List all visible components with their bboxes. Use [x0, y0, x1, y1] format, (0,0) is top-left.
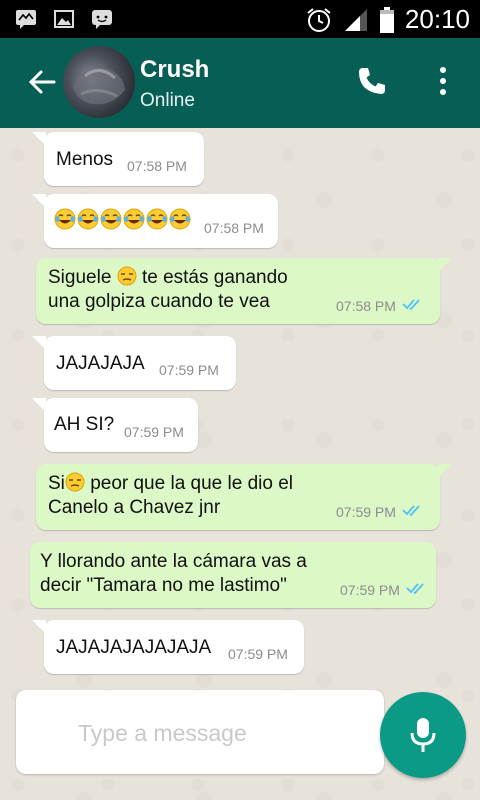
message-time: 07:58 PM — [127, 158, 187, 174]
bubble-tail — [32, 620, 46, 634]
chat-header: Crush Online — [0, 38, 480, 128]
tears-of-joy-emoji-icon — [77, 208, 99, 230]
tears-of-joy-emoji-icon — [169, 208, 191, 230]
message-time: 07:59 PM — [228, 646, 288, 662]
signal-icon — [344, 8, 367, 31]
system-status: 20:10 — [305, 4, 470, 35]
contact-avatar[interactable] — [63, 46, 135, 118]
bubble-tail — [32, 336, 46, 350]
message-time: 07:59 PM — [159, 362, 219, 378]
unamused-face-emoji-icon — [117, 266, 137, 286]
bubble-tail — [32, 132, 46, 146]
voice-record-button[interactable] — [380, 692, 466, 778]
read-receipt-icon — [402, 505, 420, 517]
status-bar: 20:10 — [0, 0, 480, 38]
message-time: 07:58 PM — [336, 298, 396, 314]
avatar-photo — [73, 67, 125, 105]
message-text: JAJAJAJAJAJAJA — [56, 637, 212, 658]
phone-icon[interactable] — [356, 65, 388, 97]
microphone-icon — [410, 718, 436, 752]
message-text: JAJAJAJA — [56, 353, 145, 374]
battery-icon — [379, 6, 394, 33]
alarm-icon — [307, 7, 331, 32]
message-text-part: una golpiza cuando te vea — [48, 291, 270, 312]
message-time: 07:59 PM — [124, 424, 184, 440]
incoming-message[interactable]: JAJAJAJAJAJAJA 07:59 PM — [32, 620, 304, 674]
outgoing-message[interactable]: Si peor que la que le dio el Canelo a Ch… — [36, 464, 452, 530]
clock-time: 20:10 — [404, 4, 470, 34]
message-text-part: te estás ganando — [141, 267, 288, 288]
tears-of-joy-emoji-icon — [146, 208, 168, 230]
bubble-tail — [438, 464, 452, 478]
tears-of-joy-emoji-icon — [100, 208, 122, 230]
bubble-tail — [32, 194, 46, 208]
message-text: Siguele te estás ganando una golpiza cua… — [48, 266, 288, 314]
message-text-part: Canelo a Chavez jnr — [48, 497, 221, 518]
message-text-part: Y llorando ante la cámara vas a — [40, 551, 307, 572]
overflow-menu-icon[interactable] — [436, 65, 450, 97]
incoming-message[interactable]: Menos 07:58 PM — [32, 132, 204, 186]
read-receipt-icon — [402, 299, 420, 311]
message-text-part: Siguele — [48, 267, 112, 288]
unamused-face-emoji-icon — [65, 472, 85, 492]
contact-name[interactable]: Crush — [140, 56, 209, 84]
message-time: 07:59 PM — [340, 582, 400, 598]
message-text: Si peor que la que le dio el Canelo a Ch… — [48, 472, 293, 520]
message-composer — [16, 690, 384, 774]
message-input[interactable] — [76, 712, 370, 754]
message-text-part: Si — [48, 473, 65, 494]
chat-app-icon — [92, 10, 112, 29]
tears-of-joy-emoji-icon — [54, 208, 76, 230]
message-text-part: decir "Tamara no me lastimo" — [40, 575, 287, 596]
incoming-message[interactable]: AH SI? 07:59 PM — [32, 398, 198, 452]
read-receipt-icon — [406, 583, 424, 595]
outgoing-message[interactable]: Y llorando ante la cámara vas a decir "T… — [30, 542, 436, 608]
message-text-part: peor que la que le dio el — [90, 473, 294, 494]
back-arrow-icon[interactable] — [28, 68, 56, 96]
gallery-icon — [54, 10, 74, 28]
bubble-tail — [32, 398, 46, 412]
message-text: AH SI? — [54, 414, 115, 435]
contact-status: Online — [140, 90, 195, 111]
messages-app-icon — [16, 10, 36, 29]
message-time: 07:58 PM — [204, 220, 264, 236]
emoji-row — [54, 208, 191, 230]
outgoing-message[interactable]: Siguele te estás ganando una golpiza cua… — [36, 258, 452, 324]
tears-of-joy-emoji-icon — [123, 208, 145, 230]
notification-icons — [14, 7, 114, 31]
message-text: Y llorando ante la cámara vas a decir "T… — [40, 550, 307, 598]
message-time: 07:59 PM — [336, 504, 396, 520]
incoming-message[interactable]: JAJAJAJA 07:59 PM — [32, 336, 236, 390]
bubble-tail — [438, 258, 452, 272]
message-text: Menos — [56, 149, 114, 170]
incoming-message[interactable]: 07:58 PM — [32, 194, 278, 248]
